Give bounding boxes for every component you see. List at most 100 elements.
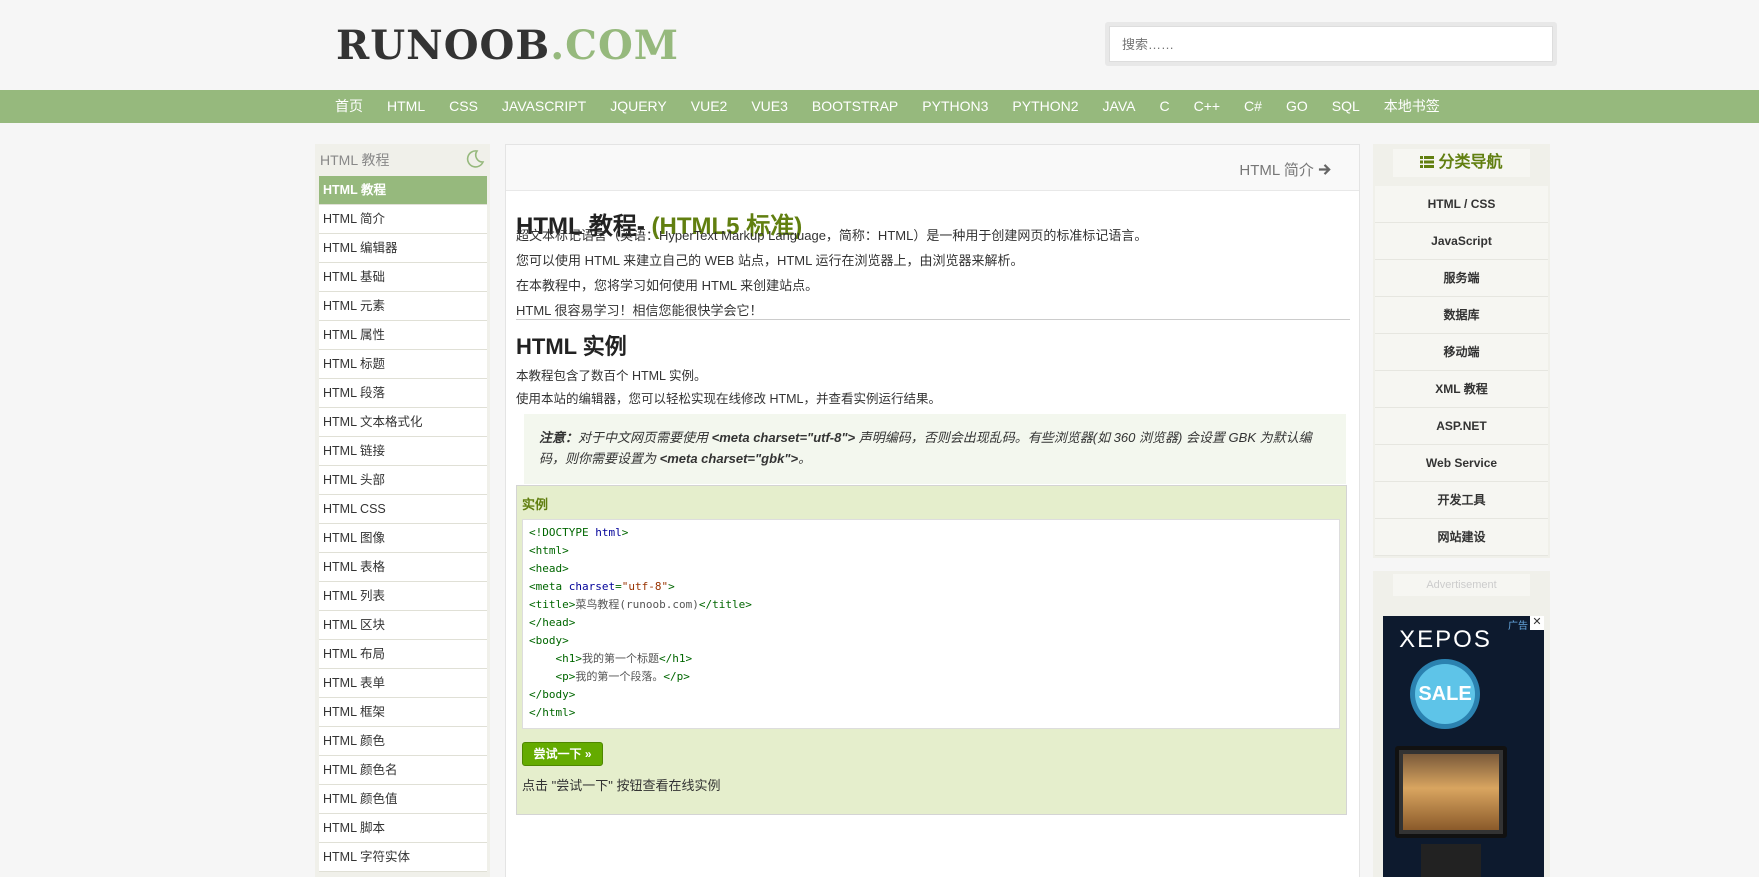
advertisement-banner[interactable]: XEPOS 广告 ✕ SALE bbox=[1383, 616, 1544, 877]
category-nav-list: HTML / CSS JavaScript 服务端 数据库 移动端 XML 教程 ASP.N… bbox=[1375, 186, 1548, 556]
ad-tag: 广告 bbox=[1508, 621, 1528, 632]
list-icon bbox=[1420, 156, 1435, 168]
sidebar-item[interactable]: HTML 字符实体 bbox=[319, 843, 487, 872]
sidebar-list: HTML 教程 HTML 简介 HTML 编辑器 HTML 基础 HTML 元素 HTML… bbox=[319, 176, 487, 872]
category-nav-label: 分类导航 bbox=[1438, 154, 1503, 171]
nav-item[interactable]: CSS bbox=[437, 90, 490, 123]
nav-item[interactable]: 首页 bbox=[323, 90, 375, 123]
ad-sale-badge: SALE bbox=[1415, 664, 1475, 724]
next-page-label: HTML 简介 bbox=[1239, 162, 1314, 179]
category-nav-item[interactable]: 服务端 bbox=[1375, 260, 1548, 297]
category-nav-title: 分类导航 bbox=[1393, 149, 1530, 177]
category-nav-item[interactable]: ASP.NET bbox=[1375, 408, 1548, 445]
right-sidebar: 分类导航 HTML / CSS JavaScript 服务端 数据库 移动端 XML 教程… bbox=[1373, 144, 1550, 558]
sidebar-item[interactable]: HTML 颜色值 bbox=[319, 785, 487, 814]
left-sidebar: HTML 教程 HTML 教程 HTML 简介 HTML 编辑器 HTML 基础 HTM… bbox=[315, 144, 490, 877]
example-box: 实例 <!DOCTYPE html> <html> <head> <meta c… bbox=[516, 485, 1347, 815]
top-nav: 首页 HTML CSS JAVASCRIPT JQUERY VUE2 VUE3 BOOTSTR… bbox=[0, 90, 1759, 123]
ad-brand: XEPOS bbox=[1399, 626, 1492, 653]
category-nav-item[interactable]: 移动端 bbox=[1375, 334, 1548, 371]
sidebar-item[interactable]: HTML 元素 bbox=[319, 292, 487, 321]
ad-pos-monitor-image bbox=[1395, 746, 1507, 838]
search-input[interactable] bbox=[1109, 26, 1553, 62]
sidebar-item[interactable]: HTML 文本格式化 bbox=[319, 408, 487, 437]
sidebar-item[interactable]: HTML 布局 bbox=[319, 640, 487, 669]
nav-item[interactable]: JQUERY bbox=[598, 90, 679, 123]
try-it-hint: 点击 "尝试一下" 按钮查看在线实例 bbox=[522, 778, 721, 793]
section-paragraph: 使用本站的编辑器，您可以轻松实现在线修改 HTML，并查看实例运行结果。 bbox=[516, 392, 942, 406]
nav-item[interactable]: C bbox=[1147, 90, 1181, 123]
category-nav-item[interactable]: 开发工具 bbox=[1375, 482, 1548, 519]
nav-item[interactable]: VUE2 bbox=[679, 90, 740, 123]
sidebar-item[interactable]: HTML 段落 bbox=[319, 379, 487, 408]
nav-item[interactable]: JAVASCRIPT bbox=[490, 90, 598, 123]
nav-item[interactable]: SQL bbox=[1320, 90, 1372, 123]
intro-paragraph: 您可以使用 HTML 来建立自己的 WEB 站点，HTML 运行在浏览器上，由浏… bbox=[516, 253, 1024, 268]
nav-item[interactable]: HTML bbox=[375, 90, 437, 123]
sidebar-item[interactable]: HTML 链接 bbox=[319, 437, 487, 466]
intro-paragraph: 在本教程中，您将学习如何使用 HTML 来创建站点。 bbox=[516, 278, 819, 293]
nav-item[interactable]: PYTHON2 bbox=[1000, 90, 1090, 123]
note-text: 。 bbox=[798, 451, 812, 466]
try-it-button[interactable]: 尝试一下 » bbox=[522, 742, 603, 766]
sidebar-title: HTML 教程 bbox=[320, 152, 390, 168]
nav-item[interactable]: PYTHON3 bbox=[910, 90, 1000, 123]
note-label: 注意： bbox=[539, 430, 579, 445]
category-nav-item[interactable]: XML 教程 bbox=[1375, 371, 1548, 408]
moon-icon[interactable] bbox=[465, 149, 485, 169]
category-nav-item[interactable]: 数据库 bbox=[1375, 297, 1548, 334]
sidebar-item[interactable]: HTML 头部 bbox=[319, 466, 487, 495]
sidebar-item[interactable]: HTML 表单 bbox=[319, 669, 487, 698]
sidebar-item[interactable]: HTML 表格 bbox=[319, 553, 487, 582]
section-title: HTML 实例 bbox=[516, 334, 627, 359]
arrow-right-icon bbox=[1318, 164, 1331, 175]
nav-item[interactable]: C# bbox=[1232, 90, 1274, 123]
sidebar-item[interactable]: HTML 编辑器 bbox=[319, 234, 487, 263]
note-text: 对于中文网页需要使用 bbox=[578, 430, 712, 445]
sidebar-item[interactable]: HTML 教程 bbox=[319, 176, 487, 205]
logo-text-domain: .COM bbox=[550, 22, 680, 69]
close-icon[interactable]: ✕ bbox=[1530, 616, 1544, 630]
note-code: <meta charset="utf-8"> bbox=[711, 430, 856, 445]
category-nav-item[interactable]: Web Service bbox=[1375, 445, 1548, 482]
sidebar-item[interactable]: HTML 颜色 bbox=[319, 727, 487, 756]
content-top-bar: HTML 简介 bbox=[506, 145, 1359, 191]
category-nav-item[interactable]: HTML / CSS bbox=[1375, 186, 1548, 223]
section-paragraph: 本教程包含了数百个 HTML 实例。 bbox=[516, 369, 707, 383]
sidebar-item[interactable]: HTML 简介 bbox=[319, 205, 487, 234]
sidebar-item[interactable]: HTML 属性 bbox=[319, 321, 487, 350]
note-code: <meta charset="gbk"> bbox=[659, 451, 799, 466]
nav-item[interactable]: C++ bbox=[1182, 90, 1232, 123]
nav-item[interactable]: JAVA bbox=[1091, 90, 1148, 123]
nav-item[interactable]: VUE3 bbox=[739, 90, 800, 123]
sidebar-item[interactable]: HTML 框架 bbox=[319, 698, 487, 727]
sidebar-item[interactable]: HTML 脚本 bbox=[319, 814, 487, 843]
sidebar-item[interactable]: HTML 标题 bbox=[319, 350, 487, 379]
code-block[interactable]: <!DOCTYPE html> <html> <head> <meta char… bbox=[522, 519, 1340, 729]
sidebar-item[interactable]: HTML 列表 bbox=[319, 582, 487, 611]
divider bbox=[516, 319, 1350, 320]
logo-text-main: RUNOOB bbox=[336, 22, 551, 69]
intro-paragraph: 超文本标记语言（英语：HyperText Markup Language，简称：… bbox=[516, 228, 1148, 243]
advertisement-label: Advertisement bbox=[1393, 574, 1530, 596]
example-title: 实例 bbox=[522, 497, 549, 512]
top-nav-items: 首页 HTML CSS JAVASCRIPT JQUERY VUE2 VUE3 BOOTSTR… bbox=[323, 90, 1452, 123]
intro-paragraph: HTML 很容易学习！相信您能很快学会它！ bbox=[516, 303, 763, 318]
nav-item[interactable]: GO bbox=[1274, 90, 1320, 123]
next-page-link[interactable]: HTML 简介 bbox=[1239, 159, 1331, 180]
advertisement-box: Advertisement XEPOS 广告 ✕ SALE bbox=[1373, 571, 1550, 877]
sidebar-item[interactable]: HTML 区块 bbox=[319, 611, 487, 640]
site-logo[interactable]: RUNOOB.COM bbox=[336, 22, 679, 69]
category-nav-item[interactable]: JavaScript bbox=[1375, 223, 1548, 260]
sidebar-item[interactable]: HTML CSS bbox=[319, 495, 487, 524]
main-content: HTML 简介 HTML 教程- (HTML5 标准) 超文本标记语言（英语：H… bbox=[505, 144, 1360, 877]
sidebar-item[interactable]: HTML 基础 bbox=[319, 263, 487, 292]
sidebar-item[interactable]: HTML 图像 bbox=[319, 524, 487, 553]
sidebar-item[interactable]: HTML 颜色名 bbox=[319, 756, 487, 785]
nav-item[interactable]: BOOTSTRAP bbox=[800, 90, 910, 123]
site-header: RUNOOB.COM bbox=[0, 0, 1759, 90]
category-nav-item[interactable]: 网站建设 bbox=[1375, 519, 1548, 556]
ad-pos-stand-image bbox=[1421, 844, 1481, 877]
nav-item[interactable]: 本地书签 bbox=[1372, 90, 1452, 123]
search-box bbox=[1105, 22, 1557, 66]
